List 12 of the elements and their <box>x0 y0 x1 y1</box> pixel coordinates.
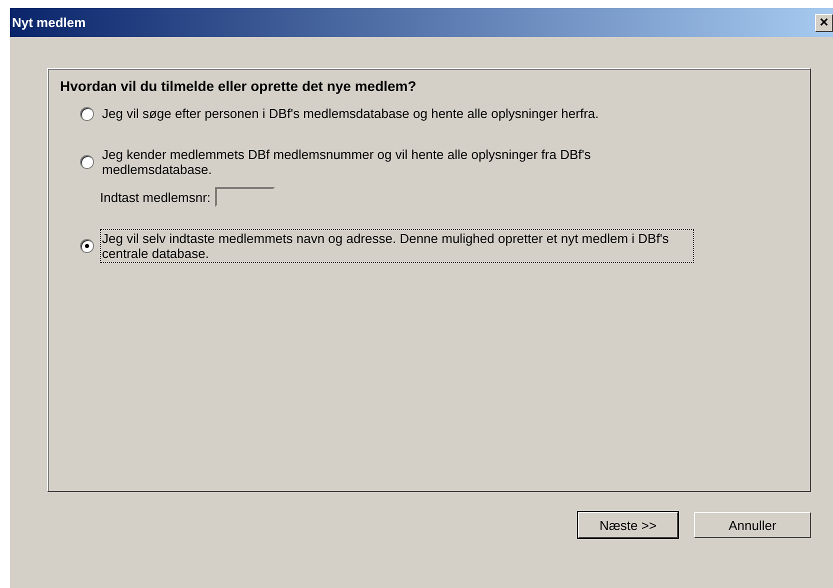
radio-button[interactable] <box>80 155 94 169</box>
field-label: Indtast medlemsnr: <box>100 190 211 204</box>
radio-button[interactable] <box>80 106 94 120</box>
option-label[interactable]: Jeg vil selv indtaste medlemmets navn og adresse. Denne mulighed opretter et nyt medlem i DBf's centrale database. <box>100 229 694 263</box>
option-label[interactable]: Jeg vil søge efter personen i DBf's medlemsdatabase og hente alle oplysninger herfra. <box>100 104 601 123</box>
cancel-button[interactable]: Annuller <box>694 512 811 538</box>
question-heading: Hvordan vil du tilmelde eller oprette det nye medlem? <box>60 78 418 94</box>
option-label[interactable]: Jeg kender medlemmets DBf medlemsnummer og vil hente alle oplysninger fra DBf's medlemsdatabase. <box>100 145 694 179</box>
close-button[interactable]: × <box>815 14 833 32</box>
next-button[interactable]: Næste >> <box>578 512 678 538</box>
window-title: Nyt medlem <box>12 15 86 30</box>
radio-button[interactable] <box>80 239 94 253</box>
